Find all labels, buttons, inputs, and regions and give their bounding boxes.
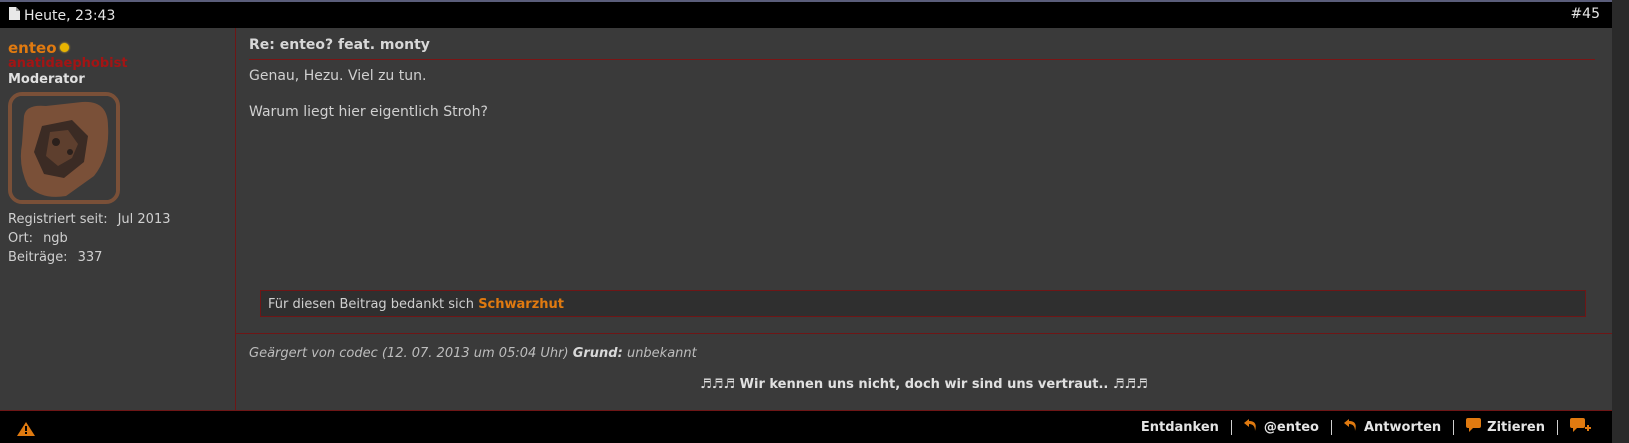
registered-info: Registriert seit: Jul 2013 [8, 212, 170, 227]
warning-icon[interactable] [17, 421, 35, 436]
post-content: Re: enteo? feat. monty Genau, Hezu. Viel… [236, 28, 1612, 410]
reply-button[interactable]: Antworten [1332, 418, 1453, 436]
post-message-line: Warum liegt hier eigentlich Stroh? [249, 104, 488, 120]
edit-reason-value: unbekannt [626, 346, 697, 361]
unthank-label: Entdanken [1140, 419, 1219, 435]
posts-value: 337 [77, 250, 103, 265]
user-rank: Moderator [8, 72, 85, 87]
edit-note: Geärgert von codec (12. 07. 2013 um 05:0… [249, 346, 697, 361]
edit-note-text: Geärgert von codec (12. 07. 2013 um 05:0… [249, 346, 569, 361]
divider [236, 333, 1612, 334]
thanks-box: Für diesen Beitrag bedankt sich Schwarzh… [260, 290, 1586, 317]
reply-arrow-icon [1243, 418, 1258, 436]
post-container: Heute, 23:43 #45 enteo anatidaephobist M… [0, 0, 1612, 443]
mention-button[interactable]: @enteo [1232, 418, 1331, 436]
location-info: Ort: ngb [8, 231, 68, 246]
post-header: Heute, 23:43 #45 [0, 0, 1612, 28]
online-status-icon [60, 43, 69, 52]
quote-button[interactable]: Zitieren [1454, 418, 1557, 436]
post-footer: Entdanken @enteo Antworten Zitieren [0, 410, 1612, 443]
speech-bubble-plus-icon [1570, 417, 1592, 437]
post-title: Re: enteo? feat. monty [249, 37, 1595, 60]
quote-label: Zitieren [1487, 419, 1545, 435]
multiquote-button[interactable] [1558, 417, 1604, 437]
unthank-button[interactable]: Entdanken [1129, 420, 1231, 435]
registered-label: Registriert seit: [8, 212, 108, 227]
location-value: ngb [43, 231, 68, 246]
reply-label: Antworten [1363, 419, 1442, 435]
thanks-text: Für diesen Beitrag bedankt sich [268, 297, 475, 312]
edit-reason-label: Grund: [572, 346, 623, 361]
signature: ♬♬♬ Wir kennen uns nicht, doch wir sind … [700, 377, 1148, 392]
posts-info: Beiträge: 337 [8, 250, 102, 265]
scrollbar-track[interactable] [1612, 0, 1629, 443]
post-date-text: Heute, 23:43 [24, 7, 116, 24]
posts-label: Beiträge: [8, 250, 68, 265]
reply-arrow-icon [1343, 418, 1358, 436]
thanks-user-link[interactable]: Schwarzhut [478, 297, 564, 312]
mention-label: @enteo [1263, 419, 1319, 435]
document-icon [9, 7, 20, 24]
user-title: anatidaephobist [8, 56, 128, 71]
location-label: Ort: [8, 231, 34, 246]
post-number-link[interactable]: #45 [1570, 6, 1600, 22]
post-date: Heute, 23:43 [9, 7, 115, 24]
avatar[interactable] [8, 92, 120, 204]
registered-value: Jul 2013 [117, 212, 171, 227]
user-info-panel: enteo anatidaephobist Moderator Registri… [0, 28, 236, 410]
speech-bubble-icon [1466, 418, 1482, 436]
username-link[interactable]: enteo [8, 39, 57, 57]
post-actions: Entdanken @enteo Antworten Zitieren [1129, 411, 1604, 443]
post-message-line: Genau, Hezu. Viel zu tun. [249, 68, 427, 84]
